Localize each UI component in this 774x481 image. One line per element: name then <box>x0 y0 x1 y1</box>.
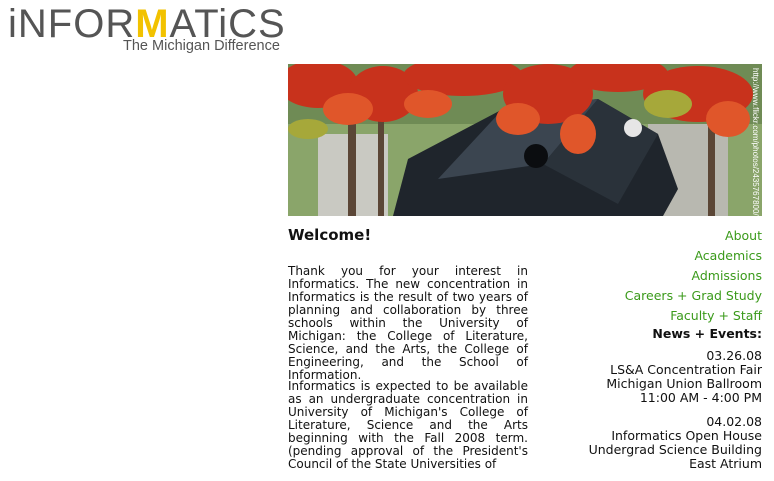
event-time: 11:00 AM - 4:00 PM <box>639 390 762 405</box>
event-title: Informatics Open House <box>611 428 762 443</box>
nav-academics-link[interactable]: Academics <box>625 246 762 266</box>
nav-faculty-link[interactable]: Faculty + Staff <box>625 306 762 326</box>
events-heading: News + Events: <box>652 326 762 341</box>
event-date: 03.26.08 <box>706 348 762 363</box>
event-item: 03.26.08 LS&A Concentration Fair Michiga… <box>589 349 762 405</box>
event-item: 04.02.08 Informatics Open House Undergra… <box>589 415 762 471</box>
intro-paragraph: Thank you for your interest in Informati… <box>288 264 528 382</box>
nav-careers-link[interactable]: Careers + Grad Study <box>625 286 762 306</box>
hero-photo <box>288 64 762 216</box>
logo-tagline: The Michigan Difference <box>123 38 280 54</box>
page-title: Welcome! <box>288 226 372 244</box>
event-location: Michigan Union Ballroom <box>606 376 762 391</box>
photo-credit: http://www.flickr.com/photos/2435767800/ <box>751 68 760 216</box>
event-date: 04.02.08 <box>706 414 762 429</box>
event-location: Undergrad Science Building <box>588 442 762 457</box>
event-title: LS&A Concentration Fair <box>610 362 762 377</box>
availability-paragraph: Informatics is expected to be available … <box>288 379 528 471</box>
hero-image: http://www.flickr.com/photos/2435767800/ <box>288 64 762 216</box>
nav-about-link[interactable]: About <box>625 226 762 246</box>
event-time: East Atrium <box>689 456 762 471</box>
side-nav: About Academics Admissions Careers + Gra… <box>625 226 762 326</box>
news-events: News + Events: 03.26.08 LS&A Concentrati… <box>589 326 762 481</box>
informatics-logo[interactable]: iNFORMATiCS The Michigan Difference <box>8 4 285 56</box>
nav-admissions-link[interactable]: Admissions <box>625 266 763 286</box>
